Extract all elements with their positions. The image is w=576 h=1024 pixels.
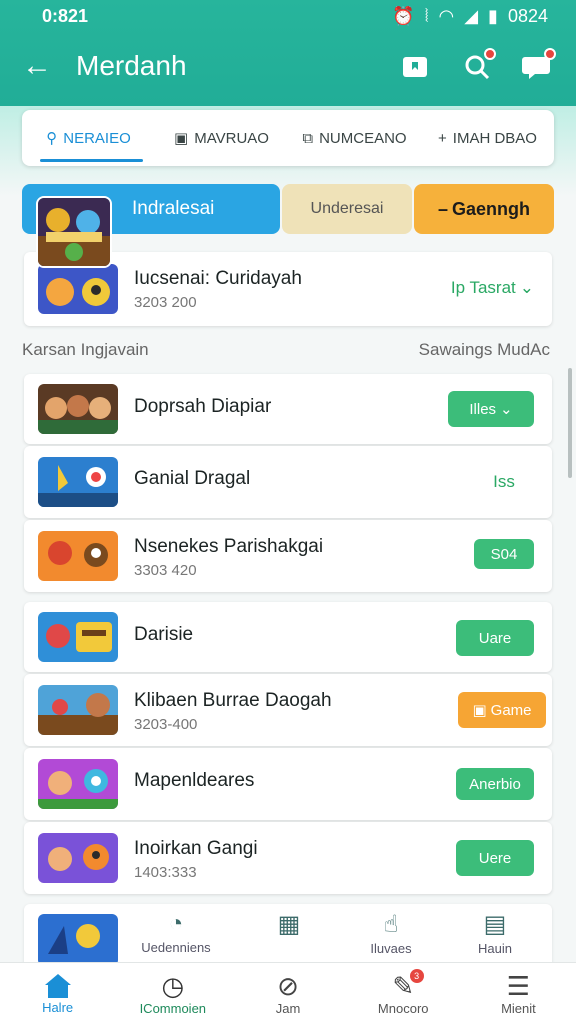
featured-game-name: Iucsenai: Curidayah [134, 268, 302, 289]
dock-item[interactable]: ◔ Uedenniens [134, 910, 218, 955]
nav-mnocoro[interactable]: ✎ 3 Mnocoro [346, 963, 461, 1024]
game-button[interactable]: ▣ Game [458, 692, 546, 728]
install-button[interactable]: Anerbio [456, 768, 534, 800]
nav-jam[interactable]: ⊘ Jam [230, 963, 345, 1024]
game-count: 3303 420 [134, 562, 197, 579]
game-name: Ganial Dragal [134, 468, 251, 489]
status-bar: 0:821 ⏰ ⦚ ◠ ◢ ▮ 0824 [0, 4, 576, 28]
dock-item[interactable]: ▤ Hauin [460, 910, 530, 956]
install-button[interactable]: Uere [456, 840, 534, 876]
install-button[interactable]: Uare [456, 620, 534, 656]
game-name: Doprsah Diapiar [134, 396, 272, 417]
tab-imah-dbao[interactable]: + IMAH DBAO [421, 110, 554, 166]
chat-button[interactable] [520, 48, 556, 84]
home-icon [44, 974, 71, 998]
timer-icon: ◔ [168, 910, 184, 937]
list-item[interactable]: Darisie Uare [24, 602, 552, 672]
game-count: 1403:333 [134, 864, 197, 881]
app-header: 0:821 ⏰ ⦚ ◠ ◢ ▮ 0824 ← Merdanh [0, 0, 576, 106]
featured-action-button[interactable]: Ip Tasrat ⌄ [451, 270, 534, 306]
vibrate-icon: ⦚ [424, 6, 429, 26]
segment-action-button[interactable]: – Gaenngh [414, 184, 554, 234]
game-count: 3203-400 [134, 716, 198, 733]
tab-neraieo[interactable]: ⚲ NERAIEO [22, 110, 155, 166]
list-item[interactable]: Nsenekes Parishakgai 3303 420 S04 [24, 520, 552, 592]
bottom-navigation: Halre ◷ ICommoien ⊘ Jam ✎ 3 Mnocoro ☰ Mi… [0, 962, 576, 1024]
play-icon: – [437, 198, 448, 219]
notification-dot [544, 48, 556, 60]
category-tabs: ⚲ NERAIEO ▣ MAVRUAO ⧉ NUMCEANO + IMAH DB… [22, 110, 554, 166]
featured-game-art [36, 196, 112, 268]
tab-mavruao[interactable]: ▣ MAVRUAO [155, 110, 288, 166]
page-title: Merdanh [76, 50, 187, 81]
wifi-icon: ◠ [438, 6, 455, 26]
nav-menu[interactable]: ☰ Mienit [461, 963, 576, 1024]
game-icon [38, 457, 118, 507]
game-icon [38, 531, 118, 581]
install-button[interactable]: S04 [474, 539, 534, 569]
game-icon [38, 612, 118, 662]
featured-game-icon [38, 264, 118, 314]
section-title-right[interactable]: Sawaings MudAc [419, 340, 550, 360]
tab-numceano[interactable]: ⧉ NUMCEANO [288, 110, 421, 166]
partial-list-item: ◔ Uedenniens ▦ ☝ Iluvaes ▤ Hauin [24, 904, 552, 966]
table-icon: ▦ [277, 911, 301, 938]
thumb-icon: ☝ [383, 911, 399, 938]
game-name: Darisie [134, 624, 194, 645]
scrollbar[interactable] [568, 368, 572, 478]
menu-icon: ☰ [506, 971, 531, 1001]
bookmark-button[interactable] [398, 50, 432, 84]
game-icon [38, 685, 118, 735]
game-icon [38, 384, 118, 434]
list-item[interactable]: Mapenldeares Anerbio [24, 748, 552, 820]
game-name: Inoirkan Gangi [134, 838, 258, 859]
gift-icon: ▣ [472, 702, 487, 719]
game-name: Nsenekes Parishakgai [134, 536, 324, 557]
game-icon [38, 914, 118, 966]
install-button[interactable]: Iss [474, 464, 534, 500]
clock-icon: ◷ [161, 971, 185, 1001]
monitor-icon: ▣ [174, 130, 189, 147]
back-arrow-icon[interactable]: ← [22, 48, 52, 84]
section-title-left: Karsan Ingjavain [22, 340, 149, 359]
signal-icon: ◢ [464, 6, 479, 26]
search-button[interactable] [460, 48, 496, 84]
bookmark-icon [403, 57, 427, 77]
clipboard-icon: ▤ [483, 911, 507, 938]
dock-item[interactable]: ▦ [254, 910, 324, 941]
list-item[interactable]: Inoirkan Gangi 1403:333 Uere [24, 822, 552, 894]
status-time: 0:821 [42, 6, 89, 26]
chevron-down-icon: ⌄ [519, 278, 534, 297]
game-name: Klibaen Burrae Daogah [134, 690, 332, 711]
image-icon: ⧉ [302, 129, 314, 147]
list-item[interactable]: Ganial Dragal Iss [24, 446, 552, 518]
featured-game-count: 3203 200 [134, 294, 197, 311]
install-button[interactable]: Illes ⌄ [448, 391, 534, 427]
list-item[interactable]: Doprsah Diapiar Illes ⌄ [24, 374, 552, 444]
status-right-time: 0824 [507, 6, 548, 26]
list-item[interactable]: Klibaen Burrae Daogah 3203-400 ▣ Game [24, 674, 552, 746]
plus-icon: + [438, 129, 447, 147]
dock-item[interactable]: ☝ Iluvaes [356, 910, 426, 956]
game-name: Mapenldeares [134, 770, 255, 791]
game-icon [38, 833, 118, 883]
game-icon [38, 759, 118, 809]
notification-dot [484, 48, 496, 60]
segment-secondary[interactable]: Underesai [282, 184, 412, 234]
alarm-icon: ⏰ [392, 6, 415, 26]
chevron-down-icon: ⌄ [500, 401, 513, 418]
battery-icon: ▮ [488, 6, 498, 26]
nav-home[interactable]: Halre [0, 963, 115, 1024]
compass-icon: ⊘ [277, 971, 299, 1001]
nav-community[interactable]: ◷ ICommoien [115, 963, 230, 1024]
nav-badge: 3 [409, 969, 424, 983]
search-icon: ⚲ [46, 130, 58, 147]
